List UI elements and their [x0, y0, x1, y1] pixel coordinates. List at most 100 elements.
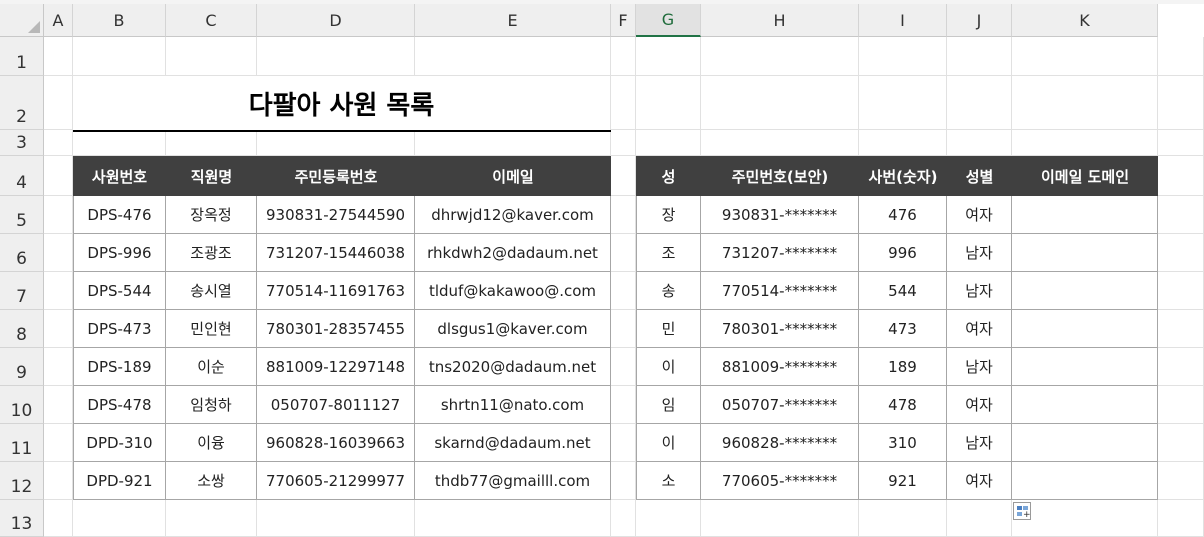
derived-table-cell[interactable]: 임 [636, 386, 701, 424]
employee-table-cell[interactable]: dlsgus1@kaver.com [415, 310, 611, 348]
derived-table-cell[interactable]: 조 [636, 234, 701, 272]
derived-table-cell[interactable]: 930831-******* [701, 196, 859, 234]
derived-table-cell[interactable] [1012, 462, 1158, 500]
row-header-6[interactable]: 6 [0, 234, 44, 272]
row-header-1[interactable]: 1 [0, 37, 44, 76]
employee-table-cell[interactable]: 장옥정 [166, 196, 257, 234]
employee-table-cell[interactable]: DPD-921 [73, 462, 166, 500]
column-header-g[interactable]: G [636, 4, 701, 37]
column-header-f[interactable]: F [611, 4, 636, 37]
derived-table-cell[interactable]: 민 [636, 310, 701, 348]
derived-table-cell[interactable]: 960828-******* [701, 424, 859, 462]
column-header-j[interactable]: J [947, 4, 1012, 37]
derived-table-cell[interactable]: 여자 [947, 310, 1012, 348]
employee-table-cell[interactable]: 050707-8011127 [257, 386, 415, 424]
derived-table-cell[interactable]: 여자 [947, 196, 1012, 234]
derived-table-cell[interactable]: 731207-******* [701, 234, 859, 272]
derived-table-cell[interactable]: 881009-******* [701, 348, 859, 386]
employee-table-cell[interactable]: 731207-15446038 [257, 234, 415, 272]
derived-table-cell[interactable]: 이 [636, 424, 701, 462]
derived-table-cell[interactable]: 770514-******* [701, 272, 859, 310]
derived-table-cell[interactable]: 780301-******* [701, 310, 859, 348]
spreadsheet-grid[interactable]: A B C D E F G H I J K 1 2 3 4 5 6 7 8 9 10 11 12 13 다팔아 사원 목록 사원번… [0, 0, 1204, 537]
column-header-a[interactable]: A [44, 4, 73, 37]
employee-table-cell[interactable]: rhkdwh2@dadaum.net [415, 234, 611, 272]
row-header-13[interactable]: 13 [0, 500, 44, 537]
employee-table-cell[interactable]: 780301-28357455 [257, 310, 415, 348]
row-header-12[interactable]: 12 [0, 462, 44, 500]
derived-table-cell[interactable] [1012, 348, 1158, 386]
row-header-9[interactable]: 9 [0, 348, 44, 386]
derived-table-cell[interactable] [1012, 272, 1158, 310]
derived-table-cell[interactable]: 장 [636, 196, 701, 234]
employee-table-cell[interactable]: 이순 [166, 348, 257, 386]
row-header-5[interactable]: 5 [0, 196, 44, 234]
employee-table-cell[interactable]: DPS-476 [73, 196, 166, 234]
employee-table-cell[interactable]: DPS-189 [73, 348, 166, 386]
derived-table-cell[interactable]: 996 [859, 234, 947, 272]
derived-table-cell[interactable]: 남자 [947, 348, 1012, 386]
column-header-h[interactable]: H [701, 4, 859, 37]
derived-table-cell[interactable]: 478 [859, 386, 947, 424]
derived-table-header-cell[interactable]: 성 [636, 156, 701, 196]
derived-table-cell[interactable]: 남자 [947, 424, 1012, 462]
employee-table-cell[interactable]: skarnd@dadaum.net [415, 424, 611, 462]
row-header-8[interactable]: 8 [0, 310, 44, 348]
row-header-4[interactable]: 4 [0, 156, 44, 196]
derived-table-cell[interactable]: 189 [859, 348, 947, 386]
derived-table-header-cell[interactable]: 사번(숫자) [859, 156, 947, 196]
derived-table-cell[interactable] [1012, 196, 1158, 234]
derived-table-cell[interactable]: 이 [636, 348, 701, 386]
employee-table-cell[interactable]: 960828-16039663 [257, 424, 415, 462]
column-header-k[interactable]: K [1012, 4, 1158, 37]
derived-table-header-cell[interactable]: 주민번호(보안) [701, 156, 859, 196]
derived-table-cell[interactable]: 770605-******* [701, 462, 859, 500]
employee-table-cell[interactable]: 조광조 [166, 234, 257, 272]
employee-table-cell[interactable]: DPD-310 [73, 424, 166, 462]
derived-table-cell[interactable]: 310 [859, 424, 947, 462]
column-header-e[interactable]: E [415, 4, 611, 37]
employee-table-cell[interactable]: DPS-544 [73, 272, 166, 310]
row-header-11[interactable]: 11 [0, 424, 44, 462]
derived-table-cell[interactable]: 여자 [947, 386, 1012, 424]
employee-table-cell[interactable]: 930831-27544590 [257, 196, 415, 234]
row-header-10[interactable]: 10 [0, 386, 44, 424]
derived-table-cell[interactable] [1012, 424, 1158, 462]
employee-table-cell[interactable]: tlduf@kakawoo@.com [415, 272, 611, 310]
column-header-d[interactable]: D [257, 4, 415, 37]
derived-table-cell[interactable]: 남자 [947, 272, 1012, 310]
derived-table-cell[interactable] [1012, 386, 1158, 424]
derived-table-cell[interactable]: 544 [859, 272, 947, 310]
row-header-2[interactable]: 2 [0, 76, 44, 130]
employee-table-cell[interactable]: 이융 [166, 424, 257, 462]
derived-table-cell[interactable]: 476 [859, 196, 947, 234]
employee-table-cell[interactable]: DPS-478 [73, 386, 166, 424]
column-header-c[interactable]: C [166, 4, 257, 37]
employee-table-cell[interactable]: DPS-473 [73, 310, 166, 348]
sheet-title[interactable]: 다팔아 사원 목록 [73, 76, 610, 130]
derived-table-cell[interactable]: 소 [636, 462, 701, 500]
row-header-3[interactable]: 3 [0, 130, 44, 156]
row-header-7[interactable]: 7 [0, 272, 44, 310]
derived-table-header-cell[interactable]: 성별 [947, 156, 1012, 196]
derived-table-cell[interactable] [1012, 310, 1158, 348]
employee-table-header-cell[interactable]: 직원명 [166, 156, 257, 196]
select-all-corner[interactable] [0, 4, 44, 37]
employee-table-cell[interactable]: 민인현 [166, 310, 257, 348]
employee-table-header-cell[interactable]: 이메일 [415, 156, 611, 196]
employee-table-cell[interactable]: 송시열 [166, 272, 257, 310]
column-header-i[interactable]: I [859, 4, 947, 37]
derived-table-cell[interactable]: 050707-******* [701, 386, 859, 424]
derived-table-cell[interactable]: 여자 [947, 462, 1012, 500]
derived-table-cell[interactable]: 921 [859, 462, 947, 500]
derived-table-cell[interactable] [1012, 234, 1158, 272]
employee-table-cell[interactable]: tns2020@dadaum.net [415, 348, 611, 386]
employee-table-cell[interactable]: 881009-12297148 [257, 348, 415, 386]
derived-table-header-cell[interactable]: 이메일 도메인 [1012, 156, 1158, 196]
employee-table-cell[interactable]: 770514-11691763 [257, 272, 415, 310]
employee-table-header-cell[interactable]: 사원번호 [73, 156, 166, 196]
employee-table-cell[interactable]: 770605-21299977 [257, 462, 415, 500]
derived-table-cell[interactable]: 남자 [947, 234, 1012, 272]
employee-table-header-cell[interactable]: 주민등록번호 [257, 156, 415, 196]
employee-table-cell[interactable]: 소쌍 [166, 462, 257, 500]
